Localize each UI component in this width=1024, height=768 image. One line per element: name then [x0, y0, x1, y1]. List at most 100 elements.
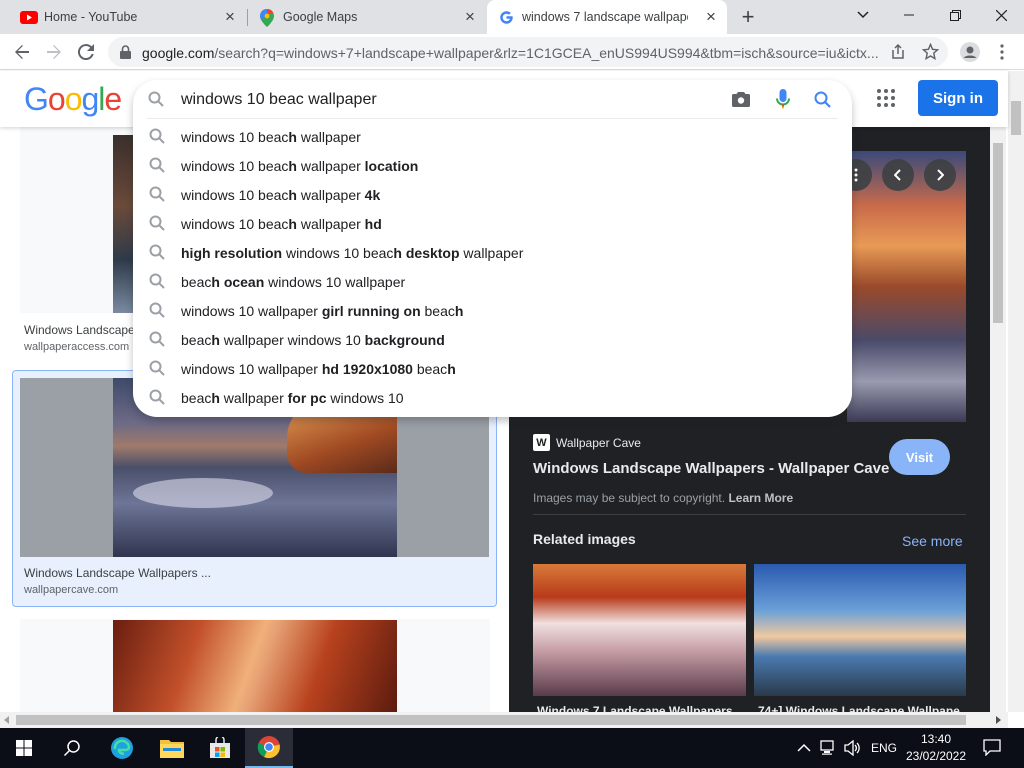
forward-button[interactable] — [40, 38, 68, 66]
kebab-menu-icon — [1000, 44, 1004, 60]
tab-search-button[interactable] — [840, 0, 886, 30]
search-suggestion[interactable]: windows 10 beach wallpaper location — [133, 151, 852, 180]
close-tab-icon[interactable]: × — [462, 7, 478, 26]
result-title[interactable]: Windows Landscape Wallpapers ... — [24, 566, 211, 580]
related-image[interactable] — [533, 564, 746, 696]
preview-image[interactable] — [847, 151, 966, 422]
visit-button[interactable]: Visit — [889, 439, 950, 475]
search-suggestion[interactable]: windows 10 wallpaper hd 1920x1080 beach — [133, 354, 852, 383]
search-suggestion[interactable]: windows 10 beach wallpaper 4k — [133, 180, 852, 209]
suggestion-fragment: wallpaper — [459, 244, 524, 261]
suggestion-fragment: beac — [412, 360, 448, 377]
camera-search-icon[interactable] — [732, 92, 750, 112]
address-bar[interactable]: google.com/search?q=windows+7+landscape+… — [108, 37, 948, 67]
share-icon[interactable] — [890, 43, 906, 65]
search-input[interactable]: windows 10 beac wallpaper — [181, 91, 377, 109]
scrollbar-thumb[interactable] — [16, 715, 966, 725]
taskbar-store[interactable] — [196, 728, 244, 768]
image-result-card[interactable] — [20, 619, 490, 712]
volume-icon[interactable] — [844, 739, 862, 761]
chevron-right-icon — [937, 169, 944, 181]
result-source[interactable]: wallpapercave.com — [24, 584, 118, 596]
search-divider — [147, 118, 838, 119]
search-suggestion[interactable]: high resolution windows 10 beach desktop… — [133, 238, 852, 267]
taskbar-file-explorer[interactable] — [148, 728, 196, 768]
related-images-heading: Related images — [533, 531, 636, 547]
close-tab-icon[interactable]: × — [703, 7, 719, 26]
tab-google-images[interactable]: windows 7 landscape wallpaper - × — [487, 0, 727, 34]
scrollbar-thumb[interactable] — [993, 143, 1003, 323]
suggestion-fragment: windows 10 — [326, 389, 404, 406]
suggestion-bold-fragment: 4k — [364, 186, 381, 203]
site-name[interactable]: Wallpaper Cave — [556, 436, 641, 450]
suggestion-text: windows 10 beach wallpaper — [181, 129, 361, 145]
search-suggestion[interactable]: windows 10 wallpaper girl running on bea… — [133, 296, 852, 325]
reload-button[interactable] — [72, 38, 100, 66]
search-suggestion[interactable]: windows 10 beach wallpaper — [133, 122, 852, 151]
google-apps-icon[interactable] — [877, 89, 895, 112]
notifications-icon[interactable] — [983, 739, 1001, 761]
search-suggestion[interactable]: beach ocean windows 10 wallpaper — [133, 267, 852, 296]
previous-image-button[interactable] — [882, 159, 914, 191]
search-box[interactable]: windows 10 beac wallpaper windows 10 bea… — [133, 80, 852, 417]
suggestion-bold-fragment: h — [211, 273, 220, 290]
suggestion-fragment: wallpaper — [296, 157, 365, 174]
restore-button[interactable] — [932, 0, 978, 30]
url-host: google.com — [142, 45, 215, 61]
new-tab-button[interactable]: + — [736, 4, 760, 29]
lens-search-icon[interactable] — [814, 91, 832, 114]
system-clock[interactable]: 13:40 23/02/2022 — [897, 731, 975, 765]
result-source[interactable]: wallpaperaccess.com — [24, 341, 129, 353]
suggestion-fragment: windows 10 beac — [181, 186, 289, 203]
preview-title[interactable]: Windows Landscape Wallpapers - Wallpaper… — [533, 460, 889, 477]
profile-button[interactable] — [956, 38, 984, 66]
show-hidden-icons-icon[interactable] — [797, 740, 811, 758]
start-button[interactable] — [0, 728, 48, 768]
suggestion-fragment: windows 10 wallpaper — [264, 273, 406, 290]
result-title[interactable]: Windows Landscape — [24, 323, 135, 337]
taskbar-search-button[interactable] — [48, 728, 96, 768]
scroll-right-icon[interactable] — [996, 716, 1001, 724]
suggestion-text: windows 10 wallpaper hd 1920x1080 beach — [181, 361, 456, 377]
suggestion-fragment: wallpaper — [296, 215, 365, 232]
scrollbar-thumb[interactable] — [1011, 101, 1021, 135]
next-image-button[interactable] — [924, 159, 956, 191]
menu-button[interactable] — [988, 38, 1016, 66]
see-more-link[interactable]: See more — [902, 533, 963, 549]
search-suggestion[interactable]: beach wallpaper for pc windows 10 — [133, 383, 852, 412]
page-vertical-scrollbar[interactable] — [1008, 71, 1024, 712]
scroll-left-icon[interactable] — [4, 716, 9, 724]
search-suggestion[interactable]: windows 10 beach wallpaper hd — [133, 209, 852, 238]
microphone-icon[interactable] — [776, 89, 790, 116]
network-icon[interactable] — [820, 740, 838, 761]
tab-title: Google Maps — [283, 10, 358, 24]
sign-in-button[interactable]: Sign in — [918, 80, 998, 116]
page-horizontal-scrollbar[interactable] — [0, 712, 1008, 728]
panel-vertical-scrollbar[interactable] — [990, 127, 1006, 712]
suggestion-bold-fragment: ocean — [223, 273, 265, 290]
suggestion-text: high resolution windows 10 beach desktop… — [181, 245, 523, 261]
logo-letter: o — [47, 81, 66, 117]
taskbar-chrome[interactable] — [245, 728, 293, 768]
search-suggestion[interactable]: beach wallpaper windows 10 background — [133, 325, 852, 354]
search-icon — [149, 302, 165, 323]
taskbar-edge[interactable] — [98, 728, 146, 768]
learn-more-link[interactable]: Learn More — [728, 491, 793, 505]
back-arrow-icon — [15, 45, 29, 59]
suggestion-fragment: windows 10 beac — [181, 128, 289, 145]
close-window-button[interactable] — [978, 0, 1024, 30]
related-image-caption[interactable]: Windows 7 Landscape Wallpapers — [537, 704, 733, 712]
chevron-left-icon — [894, 169, 901, 181]
related-image[interactable] — [754, 564, 966, 696]
language-indicator[interactable]: ENG — [871, 741, 897, 755]
back-button[interactable] — [8, 38, 36, 66]
minimize-button[interactable] — [886, 0, 932, 30]
bookmark-star-icon[interactable] — [921, 42, 940, 65]
tab-youtube[interactable]: Home - YouTube × — [8, 0, 246, 34]
suggestion-fragment: windows 10 beac — [181, 215, 289, 232]
tab-google-maps[interactable]: Google Maps × — [248, 0, 486, 34]
google-logo[interactable]: Google — [24, 81, 122, 118]
clock-date: 23/02/2022 — [905, 749, 967, 763]
close-tab-icon[interactable]: × — [222, 7, 238, 26]
related-image-caption[interactable]: 74+] Windows Landscape Wallpape — [758, 704, 960, 712]
